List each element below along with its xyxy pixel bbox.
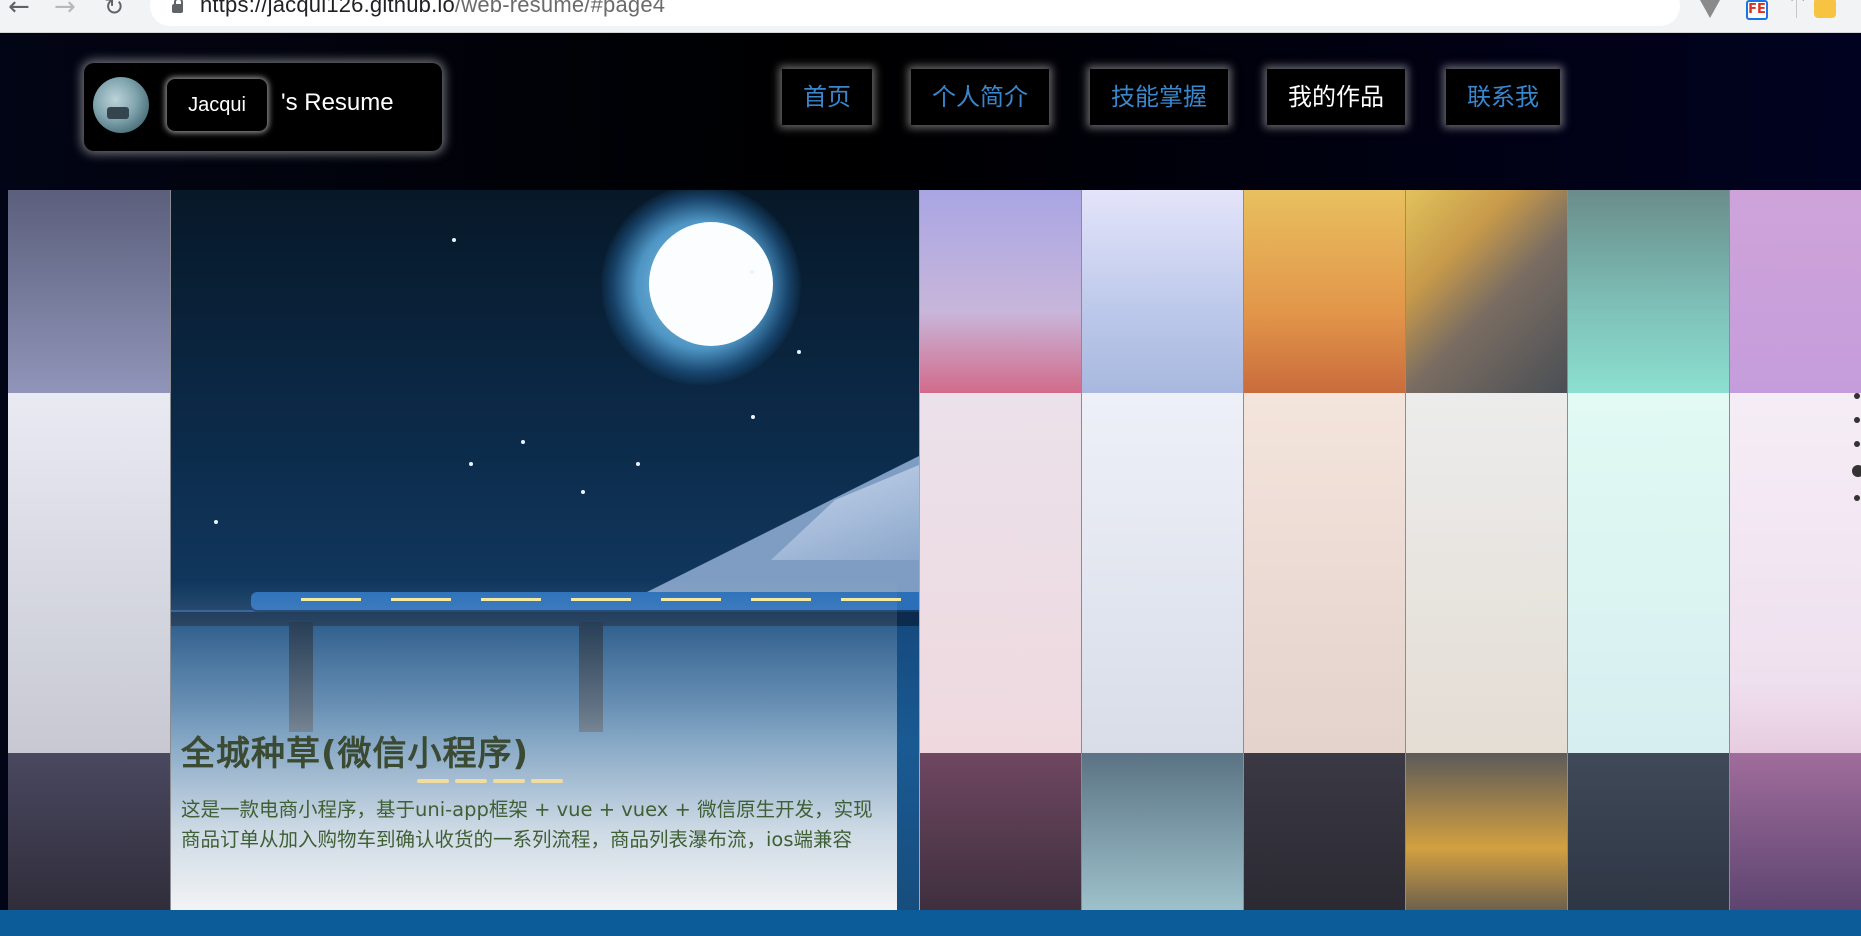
nav-skills[interactable]: 技能掌握 xyxy=(1090,69,1228,125)
url-host: https://jacqui126.github.io xyxy=(200,0,455,17)
pager-dot-active[interactable] xyxy=(1852,465,1861,477)
indicator[interactable] xyxy=(455,779,487,783)
address-bar[interactable]: https://jacqui126.github.io/web-resume/#… xyxy=(150,0,1809,26)
forward-arrow-icon[interactable]: → xyxy=(54,0,76,20)
brand-box: Jacqui 's Resume xyxy=(84,63,442,151)
pager-dot[interactable] xyxy=(1854,417,1860,423)
nav-works[interactable]: 我的作品 xyxy=(1267,69,1405,125)
brand-suffix: 's Resume xyxy=(281,89,394,116)
footer-band xyxy=(0,910,1861,936)
gallery-strip[interactable] xyxy=(1082,190,1244,912)
pager-dot[interactable] xyxy=(1854,441,1860,447)
extension-icon[interactable] xyxy=(1700,0,1720,18)
indicator[interactable] xyxy=(417,779,449,783)
url-text[interactable]: https://jacqui126.github.io/web-resume/#… xyxy=(200,0,665,18)
name-badge[interactable]: Jacqui xyxy=(167,79,267,131)
avatar-extension-icon[interactable] xyxy=(1814,0,1836,18)
toolbar-divider xyxy=(1796,0,1797,18)
browser-toolbar: ← → ↻ https://jacqui126.github.io/web-re… xyxy=(0,0,1861,33)
page-indicator xyxy=(1852,393,1861,519)
gallery-strip[interactable] xyxy=(920,190,1082,912)
moon xyxy=(649,222,773,346)
nav-home[interactable]: 首页 xyxy=(782,69,872,125)
work-description: 这是一款电商小程序，基于uni-app框架 + vue + vuex + 微信原… xyxy=(181,798,873,851)
gallery-strip[interactable] xyxy=(8,190,171,912)
gallery-strip[interactable] xyxy=(1568,190,1730,912)
pager-dot[interactable] xyxy=(1854,393,1860,399)
lock-icon[interactable] xyxy=(172,0,183,13)
carousel-indicators[interactable] xyxy=(417,779,563,783)
gallery-strip[interactable] xyxy=(1730,190,1861,912)
fe-extension-icon[interactable]: FE xyxy=(1746,0,1768,20)
pager-dot[interactable] xyxy=(1854,495,1860,501)
work-title: 全城种草(微信小程序) xyxy=(181,734,530,774)
back-arrow-icon[interactable]: ← xyxy=(8,0,30,20)
bookmark-star-icon[interactable]: ☆ xyxy=(1786,0,1809,8)
reload-icon[interactable]: ↻ xyxy=(104,0,124,20)
gallery-strip[interactable] xyxy=(1244,190,1406,912)
url-path: /web-resume/#page4 xyxy=(454,0,666,17)
nav-contact[interactable]: 联系我 xyxy=(1446,69,1560,125)
gallery-strip[interactable] xyxy=(1406,190,1568,912)
avatar xyxy=(93,77,149,133)
featured-work-card[interactable]: 全城种草(微信小程序) 这是一款电商小程序，基于uni-app框架 + vue … xyxy=(171,190,920,912)
nav-profile[interactable]: 个人简介 xyxy=(911,69,1049,125)
resume-page: Jacqui 's Resume 首页 个人简介 技能掌握 我的作品 联系我 全… xyxy=(0,33,1861,936)
indicator[interactable] xyxy=(493,779,525,783)
indicator[interactable] xyxy=(531,779,563,783)
